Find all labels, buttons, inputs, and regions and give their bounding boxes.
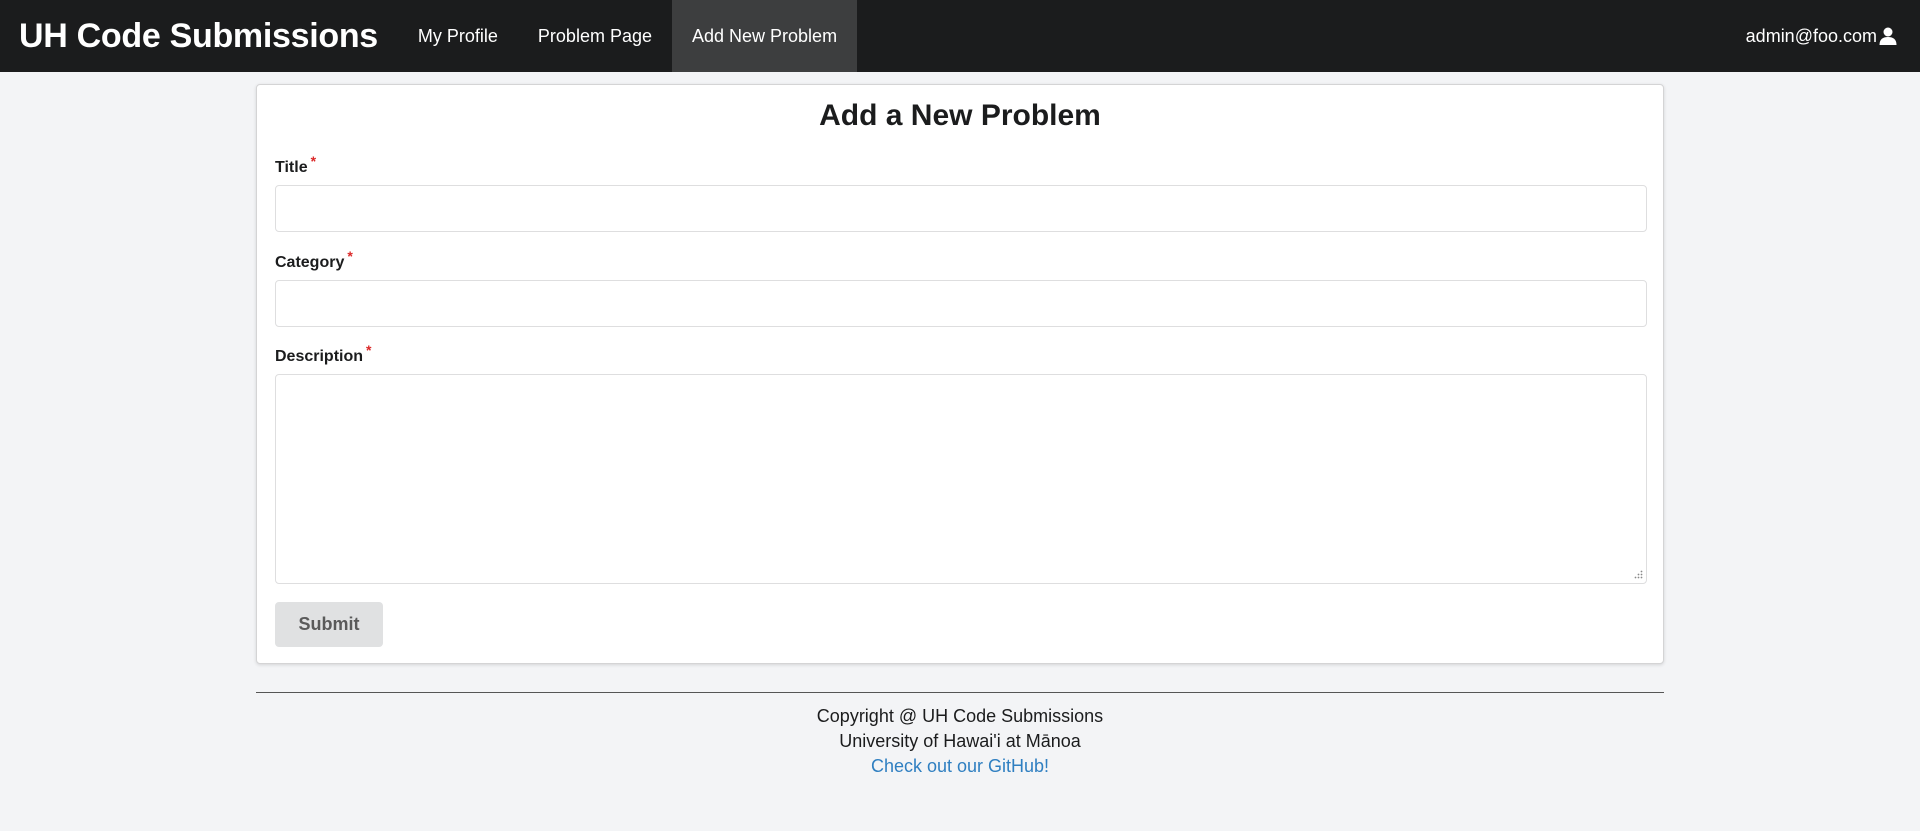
required-mark: *	[310, 153, 317, 169]
footer: Copyright @ UH Code Submissions Universi…	[0, 704, 1920, 779]
resize-grip-icon[interactable]	[1633, 569, 1643, 579]
footer-divider	[256, 692, 1664, 693]
title-label-text: Title	[275, 159, 308, 176]
nav-item-add-new-problem[interactable]: Add New Problem	[672, 0, 858, 72]
description-label: Description *	[275, 342, 371, 366]
top-navbar: UH Code Submissions My Profile Problem P…	[0, 0, 1920, 72]
category-label-text: Category	[275, 254, 345, 271]
footer-copyright: Copyright @ UH Code Submissions	[816, 706, 1104, 726]
category-label: Category *	[275, 248, 353, 272]
description-label-text: Description	[275, 348, 364, 365]
required-mark: *	[347, 248, 353, 264]
category-input[interactable]	[275, 280, 1647, 327]
nav-item-my-profile[interactable]: My Profile	[398, 0, 518, 72]
title-input[interactable]	[275, 185, 1647, 232]
user-icon	[1878, 26, 1898, 46]
required-mark: *	[366, 342, 372, 358]
user-menu[interactable]: admin@foo.com	[1746, 0, 1920, 72]
description-textarea[interactable]	[275, 374, 1647, 584]
submit-button[interactable]: Submit	[275, 602, 383, 647]
brand-title[interactable]: UH Code Submissions	[0, 0, 398, 72]
github-link[interactable]: Check out our GitHub!	[871, 756, 1049, 776]
user-email: admin@foo.com	[1745, 25, 1877, 46]
nav-item-problem-page[interactable]: Problem Page	[518, 0, 672, 72]
footer-university: University of Hawai'i at Mānoa	[839, 731, 1081, 751]
add-problem-card: Add a New Problem Title * Category * Descr…	[256, 84, 1664, 664]
title-label: Title *	[275, 153, 316, 177]
page-title: Add a New Problem	[819, 99, 1101, 132]
